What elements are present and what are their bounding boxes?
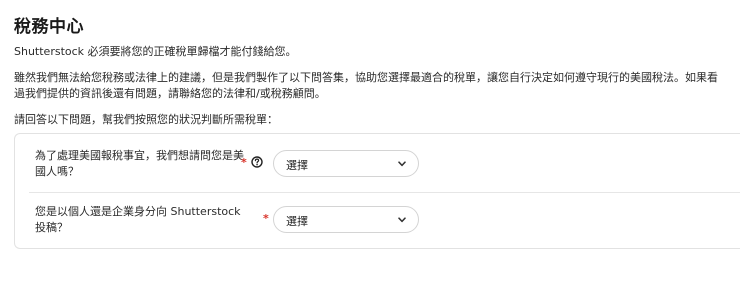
- disclaimer-line-1: 雖然我們無法給您稅務或法律上的建議，但是我們製作了以下問答集，協助您選擇最適合的…: [14, 71, 718, 84]
- entity-type-select[interactable]: 選擇: [273, 206, 419, 233]
- page-title: 稅務中心: [14, 17, 84, 37]
- tax-questionnaire-card: 為了處理美國報稅事宜，我們想請問您是美國人嗎？ * 選擇 您是以個人還是企業身分…: [14, 133, 740, 249]
- entity-type-select-value: 選擇: [286, 215, 308, 228]
- question-entity-type-label: 您是以個人還是企業身分向 Shutterstock 投稿？: [35, 205, 241, 234]
- chevron-down-icon: [398, 217, 406, 223]
- us-person-select[interactable]: 選擇: [273, 150, 419, 177]
- disclaimer-line-2: 過我們提供的資訊後還有問題，請聯絡您的法律和/或稅務顧問。: [14, 87, 326, 100]
- disclaimer-text: 雖然我們無法給您稅務或法律上的建議，但是我們製作了以下問答集，協助您選擇最適合的…: [14, 70, 718, 102]
- required-marker: *: [263, 212, 269, 225]
- question-us-person-label: 為了處理美國報稅事宜，我們想請問您是美國人嗎？: [35, 149, 244, 178]
- required-marker: *: [241, 156, 247, 169]
- intro-text: Shutterstock 必須要將您的正確稅單歸檔才能付錢給您。: [14, 45, 297, 58]
- chevron-down-icon: [398, 161, 406, 167]
- question-circle-icon[interactable]: [251, 156, 263, 168]
- instructions-text: 請回答以下問題，幫我們按照您的狀況判斷所需稅單：: [14, 113, 278, 126]
- us-person-select-value: 選擇: [286, 159, 308, 172]
- question-divider: [29, 192, 740, 193]
- tax-center-page: 稅務中心 Shutterstock 必須要將您的正確稅單歸檔才能付錢給您。 雖然…: [0, 0, 740, 308]
